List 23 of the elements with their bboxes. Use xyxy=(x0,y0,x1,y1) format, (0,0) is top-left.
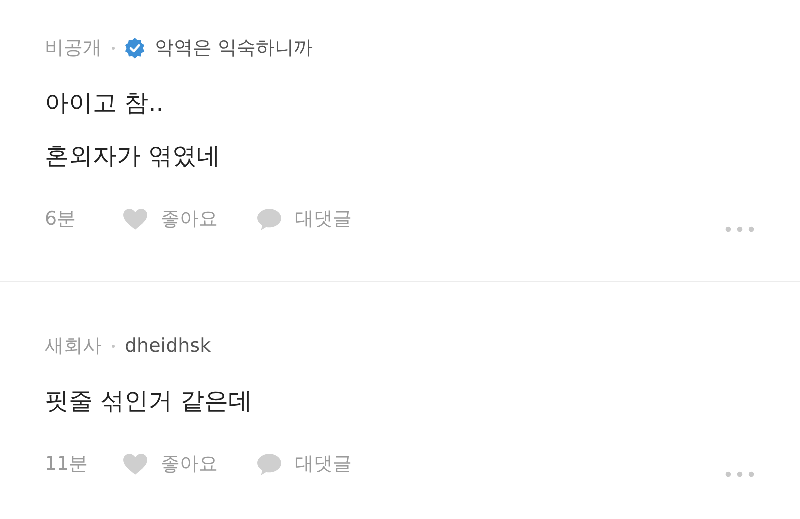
company-name: 비공개 xyxy=(45,36,102,61)
like-button[interactable]: 좋아요 xyxy=(122,206,218,232)
more-icon xyxy=(725,470,755,478)
speech-bubble-icon xyxy=(256,452,283,476)
separator-dot xyxy=(112,46,115,50)
heart-icon xyxy=(122,452,149,476)
author-name[interactable]: dheidhsk xyxy=(125,335,212,357)
heart-icon xyxy=(122,206,149,232)
author-name[interactable]: 악역은 익숙하니까 xyxy=(155,35,314,61)
reply-button[interactable]: 대댓글 xyxy=(256,206,352,232)
more-icon xyxy=(725,226,755,232)
separator-dot xyxy=(112,344,115,348)
comment-text: 혼외자가 엮였네 xyxy=(45,141,222,172)
company-name: 새회사 xyxy=(45,334,102,359)
like-button[interactable]: 좋아요 xyxy=(122,451,218,477)
comment-text: 아이고 참.. xyxy=(45,88,165,119)
comment-text: 핏줄 섞인거 같은데 xyxy=(45,386,254,417)
more-button[interactable] xyxy=(725,226,755,232)
speech-bubble-icon xyxy=(256,206,283,232)
timestamp: 6분 xyxy=(45,207,78,232)
timestamp: 11분 xyxy=(45,452,90,477)
reply-button[interactable]: 대댓글 xyxy=(256,451,352,477)
more-button[interactable] xyxy=(725,470,755,478)
